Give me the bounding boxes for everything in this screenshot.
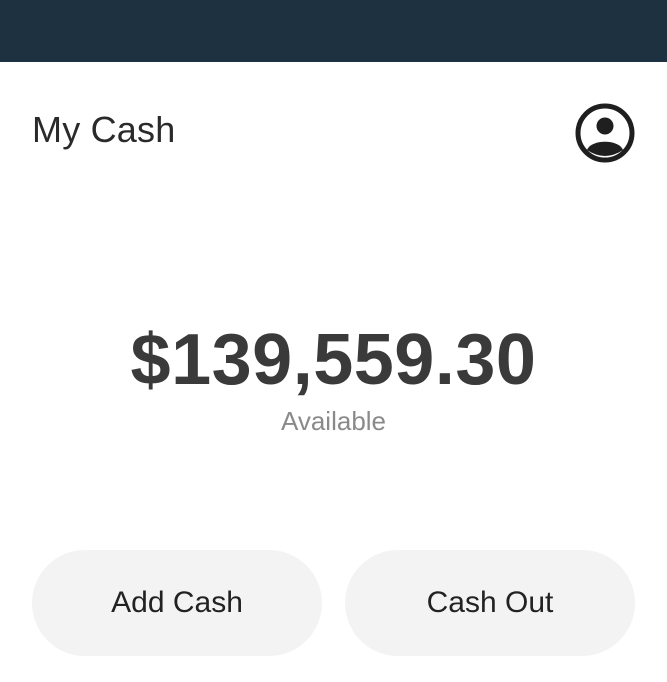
page-title: My Cash bbox=[32, 109, 176, 150]
add-cash-button[interactable]: Add Cash bbox=[32, 550, 322, 656]
status-bar bbox=[0, 0, 667, 62]
balance-amount: $139,559.30 bbox=[130, 320, 537, 400]
header: My Cash bbox=[0, 62, 667, 198]
balance-section: $139,559.30 Available bbox=[0, 318, 667, 436]
profile-button[interactable] bbox=[574, 102, 636, 164]
user-circle-icon bbox=[575, 103, 635, 163]
balance-label: Available bbox=[280, 406, 387, 436]
action-buttons: Add Cash Cash Out bbox=[0, 550, 667, 660]
cash-out-button[interactable]: Cash Out bbox=[345, 550, 635, 656]
